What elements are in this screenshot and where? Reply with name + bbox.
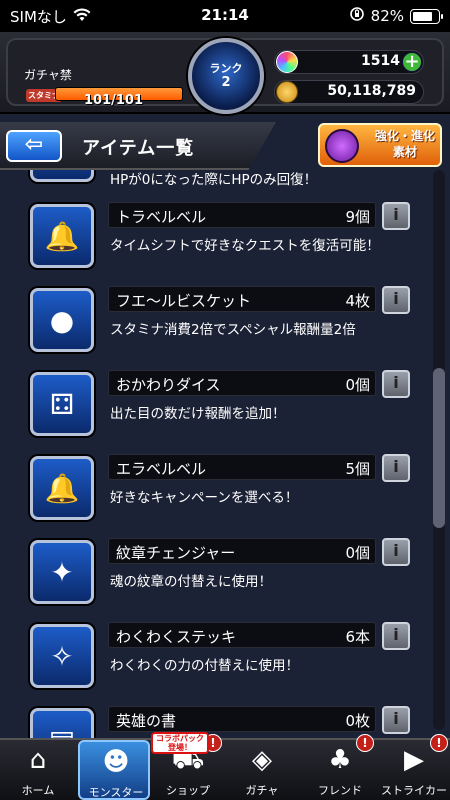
battery-percent: 82% (370, 7, 404, 25)
scrollbar-thumb[interactable] (433, 368, 445, 528)
gacha-restriction-label: ガチャ禁 (24, 68, 72, 82)
item-thumbnail[interactable]: ● (30, 288, 94, 352)
item-description: 0コンティニュー専用ステージで HPが0になった際にHPのみ回復！ (110, 172, 318, 188)
item-description: タイムシフトで好きなクエストを復活可能！ (110, 238, 380, 254)
list-item[interactable]: ♥ 0コンティニュー専用ステージで HPが0になった際にHPのみ回復！ (24, 170, 420, 192)
info-button[interactable]: i (382, 202, 410, 230)
crest-changer-icon: ✦ (50, 555, 74, 589)
item-name: フエ〜ルビスケット (116, 292, 252, 310)
item-name: 英雄の書 (116, 712, 177, 730)
item-thumbnail[interactable]: ✦ (30, 540, 94, 604)
tab-monster[interactable]: ☻ モンスター (78, 740, 150, 800)
tab-home[interactable]: ⌂ ホーム (2, 740, 74, 800)
book-icon: ▤ (33, 711, 91, 739)
stamina-value: 101/101 (84, 93, 144, 108)
travel-bell-icon: 🔔 (44, 219, 80, 253)
item-name: わくわくステッキ (116, 628, 237, 646)
tab-label: モンスター (88, 786, 144, 799)
item-thumbnail[interactable]: ♥ (30, 170, 94, 182)
dice-icon: ⚃ (49, 387, 75, 421)
list-item[interactable]: 🔔 トラベルベル 9個 i タイムシフトで好きなクエストを復活可能！ (24, 198, 420, 278)
item-list[interactable]: ♥ 0コンティニュー専用ステージで HPが0になった際にHPのみ回復！ 🔔 トラベルベ… (24, 170, 420, 738)
item-count: 0枚 (345, 712, 370, 730)
tab-label: フレンド (318, 784, 362, 797)
info-button[interactable]: i (382, 706, 410, 734)
item-name: トラベルベル (116, 208, 207, 226)
heart-potion-icon: ♥ (33, 170, 91, 179)
collab-pack-promo[interactable]: コラボパック 登場！ (151, 732, 209, 754)
monster-icon: ☻ (102, 747, 130, 777)
item-thumbnail[interactable]: ⚃ (30, 372, 94, 436)
battery-icon (410, 8, 443, 24)
item-description: スタミナ消費2倍でスペシャル報酬量2倍 (110, 322, 356, 338)
buy-orbs-button[interactable]: + (402, 52, 422, 72)
item-description: 魂の紋章の付替えに使用！ (110, 574, 272, 590)
orientation-lock-icon (349, 6, 365, 26)
orb-icon (276, 51, 298, 73)
item-name: おかわりダイス (116, 376, 221, 394)
tab-label: ショップ (166, 784, 210, 797)
item-thumbnail[interactable]: ▤ (30, 708, 94, 738)
item-thumbnail[interactable]: 🔔 (30, 456, 94, 520)
notification-badge: ! (430, 734, 448, 752)
rank-badge[interactable]: ランク 2 (188, 38, 264, 114)
striker-icon: ▶ (404, 745, 424, 775)
notification-badge: ! (356, 734, 374, 752)
rank-value: 2 (221, 75, 231, 90)
item-thumbnail[interactable]: 🔔 (30, 204, 94, 268)
item-count: 9個 (345, 208, 370, 226)
item-description: 好きなキャンペーンを選べる！ (110, 490, 299, 506)
list-item[interactable]: ⚃ おかわりダイス 0個 i 出た目の数だけ報酬を追加！ (24, 366, 420, 446)
tab-label: ガチャ (245, 784, 279, 797)
rank-label: ランク (209, 62, 243, 75)
info-button[interactable]: i (382, 454, 410, 482)
gold-count: 50,118,789 (327, 83, 416, 99)
info-button[interactable]: i (382, 538, 410, 566)
item-count: 6本 (345, 628, 370, 646)
orb-count: 1514 (361, 53, 400, 69)
friend-icon: ♣ (328, 745, 352, 775)
back-arrow-icon: ⇦ (24, 132, 44, 157)
item-count: 5個 (345, 460, 370, 478)
golden-bell-icon: 🔔 (44, 471, 80, 505)
list-item[interactable]: 🔔 エラベルベル 5個 i 好きなキャンペーンを選べる！ (24, 450, 420, 530)
tab-label: ホーム (21, 784, 55, 797)
info-button[interactable]: i (382, 286, 410, 314)
item-count: 0個 (345, 376, 370, 394)
item-description: 出た目の数だけ報酬を追加！ (110, 406, 286, 422)
list-item[interactable]: ▤ 英雄の書 0枚 i (24, 702, 420, 738)
gacha-icon: ◈ (252, 745, 272, 775)
page-title: アイテム一覧 (82, 138, 195, 159)
list-item[interactable]: ● フエ〜ルビスケット 4枚 i スタミナ消費2倍でスペシャル報酬量2倍 (24, 282, 420, 362)
item-count: 0個 (345, 544, 370, 562)
wand-icon: ✧ (50, 639, 74, 673)
gold-coin-icon (276, 81, 298, 103)
info-button[interactable]: i (382, 622, 410, 650)
item-description: わくわくの力の付替えに使用！ (110, 658, 299, 674)
item-name: 紋章チェンジャー (116, 544, 236, 562)
back-button[interactable]: ⇦ (6, 130, 62, 162)
info-button[interactable]: i (382, 370, 410, 398)
item-thumbnail[interactable]: ✧ (30, 624, 94, 688)
tab-label: ストライカー (381, 784, 447, 797)
item-name: エラベルベル (116, 460, 207, 478)
tab-striker[interactable]: ▶ ストライカー! (378, 734, 450, 800)
status-bar: SIMなし 21:14 82% (0, 0, 450, 32)
item-count: 4枚 (345, 292, 370, 310)
list-item[interactable]: ✦ 紋章チェンジャー 0個 i 魂の紋章の付替えに使用！ (24, 534, 420, 614)
biscuit-icon: ● (49, 303, 75, 337)
material-icon (325, 129, 359, 163)
tab-gacha[interactable]: ◈ ガチャ (226, 740, 298, 800)
home-icon: ⌂ (29, 745, 47, 775)
tab-friend[interactable]: ♣ フレンド! (304, 734, 376, 800)
evolve-materials-label: 強化・進化 素材 (374, 129, 435, 159)
list-item[interactable]: ✧ わくわくステッキ 6本 i わくわくの力の付替えに使用！ (24, 618, 420, 698)
